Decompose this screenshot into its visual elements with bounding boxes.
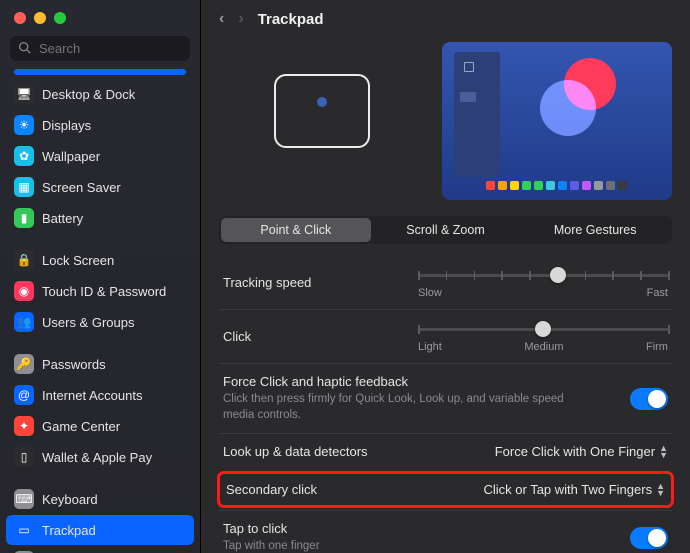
sidebar-item-trackpad[interactable]: ▭ Trackpad [6,515,194,545]
sidebar-item-label: Lock Screen [42,253,114,268]
search-icon [18,41,31,57]
sidebar-item-printers-scanners[interactable]: ⎙Printers & Scanners [6,546,194,553]
tap-to-click-label: Tap to click [223,521,320,536]
sidebar-icon: ▯ [14,447,34,467]
sidebar-item-internet-accounts[interactable]: @ Internet Accounts [6,380,194,410]
sidebar-item-battery[interactable]: ▮ Battery [6,203,194,233]
sidebar-item-label: Screen Saver [42,180,121,195]
sidebar-item-game-center[interactable]: ✦ Game Center [6,411,194,441]
zoom-window-button[interactable] [54,12,66,24]
sidebar-icon: ◉ [14,281,34,301]
trackpad-gesture-preview [219,42,426,180]
sidebar-item-label: Wallet & Apple Pay [42,450,152,465]
sidebar-item-label: Passwords [42,357,106,372]
desktop-preview [442,42,673,200]
sidebar-icon: 🔑 [14,354,34,374]
sidebar-icon: 🖥 [14,84,34,104]
sidebar-item-touch-id-password[interactable]: ◉ Touch ID & Password [6,276,194,306]
lookup-label: Look up & data detectors [223,444,368,459]
sidebar-item-label: Trackpad [42,523,96,538]
finder-window-icon [454,52,500,177]
sidebar-item-label: Game Center [42,419,120,434]
close-window-button[interactable] [14,12,26,24]
page-title: Trackpad [258,11,324,28]
lookup-popup[interactable]: Force Click with One Finger ▲▼ [495,444,668,459]
window-controls [0,0,200,32]
tap-to-click-toggle[interactable] [630,527,668,549]
sidebar-item-label: Wallpaper [42,149,100,164]
tab-point-click[interactable]: Point & Click [221,218,371,242]
sidebar-item-desktop-dock[interactable]: 🖥 Desktop & Dock [6,79,194,109]
sidebar-icon: ▮ [14,208,34,228]
main-pane: ‹ › Trackpad Point & ClickScroll & ZoomM… [201,0,690,553]
sidebar-icon: ✦ [14,416,34,436]
tracking-speed-slider[interactable]: SlowFast [418,266,668,299]
sidebar-item-lock-screen[interactable]: 🔒 Lock Screen [6,245,194,275]
sidebar-item-screen-saver[interactable]: ▦ Screen Saver [6,172,194,202]
chevron-updown-icon: ▲▼ [656,483,665,497]
force-click-toggle[interactable] [630,388,668,410]
sidebar-item-label: Desktop & Dock [42,87,135,102]
tap-to-click-desc: Tap with one finger [223,539,320,553]
sidebar-item-label: Keyboard [42,492,98,507]
sidebar-item-passwords[interactable]: 🔑 Passwords [6,349,194,379]
tracking-speed-label: Tracking speed [223,275,311,290]
sidebar-icon: ▭ [14,520,34,540]
search-field[interactable] [10,36,190,61]
sidebar-item-label: Touch ID & Password [42,284,166,299]
sidebar-icon: ⌨ [14,489,34,509]
sidebar-item-displays[interactable]: ☀ Displays [6,110,194,140]
dock-preview [454,181,661,190]
sidebar-icon: ✿ [14,146,34,166]
minimize-window-button[interactable] [34,12,46,24]
sidebar-icon: 🔒 [14,250,34,270]
click-label: Click [223,329,251,344]
forward-button[interactable]: › [238,10,243,28]
sidebar-item-users-groups[interactable]: 👥 Users & Groups [6,307,194,337]
sidebar-item-wallpaper[interactable]: ✿ Wallpaper [6,141,194,171]
sidebar-item-label: Users & Groups [42,315,134,330]
click-slider[interactable]: LightMediumFirm [418,320,668,353]
secondary-click-label: Secondary click [226,482,317,497]
chevron-updown-icon: ▲▼ [659,445,668,459]
secondary-click-highlight: Secondary click Click or Tap with Two Fi… [217,471,674,508]
tab-more-gestures[interactable]: More Gestures [520,218,670,242]
search-input[interactable] [37,40,181,57]
tab-scroll-zoom[interactable]: Scroll & Zoom [371,218,521,242]
sidebar-icon: @ [14,385,34,405]
sidebar-item-label: Internet Accounts [42,388,142,403]
sidebar-icon: 👥 [14,312,34,332]
force-click-desc: Click then press firmly for Quick Look, … [223,392,583,423]
sidebar: 🖥 Desktop & Dock ☀ Displays ✿ Wallpaper ▦ Scree… [0,0,201,553]
tab-bar: Point & ClickScroll & ZoomMore Gestures [219,216,672,244]
force-click-label: Force Click and haptic feedback [223,374,583,389]
sidebar-item-label: Displays [42,118,91,133]
back-button[interactable]: ‹ [219,10,224,28]
secondary-click-popup[interactable]: Click or Tap with Two Fingers ▲▼ [483,482,665,497]
sidebar-icon: ☀ [14,115,34,135]
sidebar-item-keyboard[interactable]: ⌨ Keyboard [6,484,194,514]
sidebar-item-label: Battery [42,211,83,226]
sidebar-item-wallet-apple-pay[interactable]: ▯ Wallet & Apple Pay [6,442,194,472]
sidebar-icon: ▦ [14,177,34,197]
trackpad-icon [274,74,370,148]
